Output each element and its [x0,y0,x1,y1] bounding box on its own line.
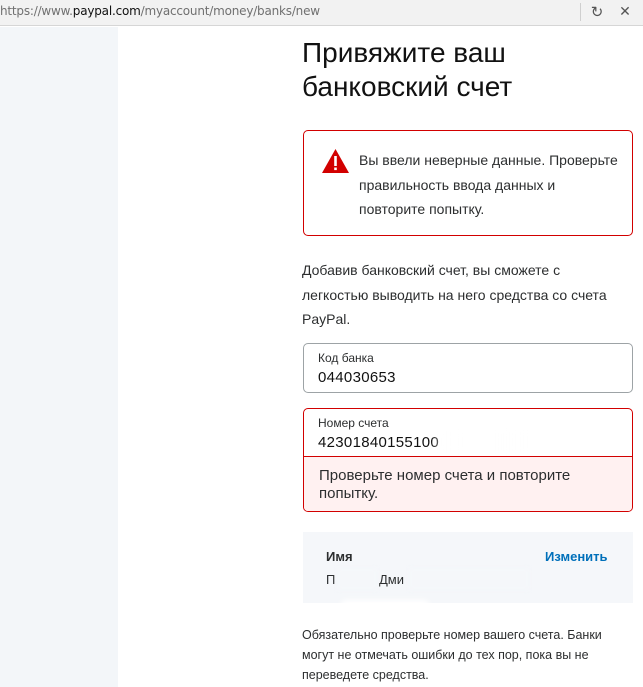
warning-icon [322,149,349,173]
bank-code-input[interactable] [318,369,618,386]
url-text[interactable]: https://www.paypal.com/myaccount/money/b… [0,4,320,18]
redaction-blur [409,568,529,590]
reload-icon[interactable]: ↻ [586,2,608,22]
account-number-error-text: Проверьте номер счета и повторите попытк… [319,467,571,502]
page-title: Привяжите ваш банковский счет [302,37,513,102]
change-name-link[interactable]: Изменить [545,549,608,564]
error-alert: Вы ввели неверные данные. Проверьте прав… [303,130,633,236]
toolbar-divider [580,3,581,21]
name-value-first: П [326,572,336,587]
stop-icon[interactable]: ✕ [614,2,636,22]
account-number-field[interactable]: Номер счета Проверьте номер счета и повт… [303,408,633,512]
browser-address-bar[interactable]: https://www.paypal.com/myaccount/money/b… [0,0,643,26]
account-number-error: Проверьте номер счета и повторите попытк… [304,456,632,511]
alert-message: Вы ввели неверные данные. Проверьте прав… [359,152,618,217]
name-label: Имя [326,549,353,564]
bank-code-field[interactable]: Код банка [303,343,633,393]
redaction-smudge [340,600,430,614]
account-number-label: Номер счета [318,416,389,430]
redaction-blur [434,431,524,453]
intro-text: Добавив банковский счет, вы сможете с ле… [302,262,607,327]
name-value-second: Дми [379,572,405,587]
name-panel: Имя Изменить П Дми [303,532,633,603]
bank-code-label: Код банка [318,351,374,365]
verification-note: Обязательно проверьте номер вашего счета… [302,628,602,682]
redaction-blur [337,568,377,590]
left-sidebar [0,27,118,687]
